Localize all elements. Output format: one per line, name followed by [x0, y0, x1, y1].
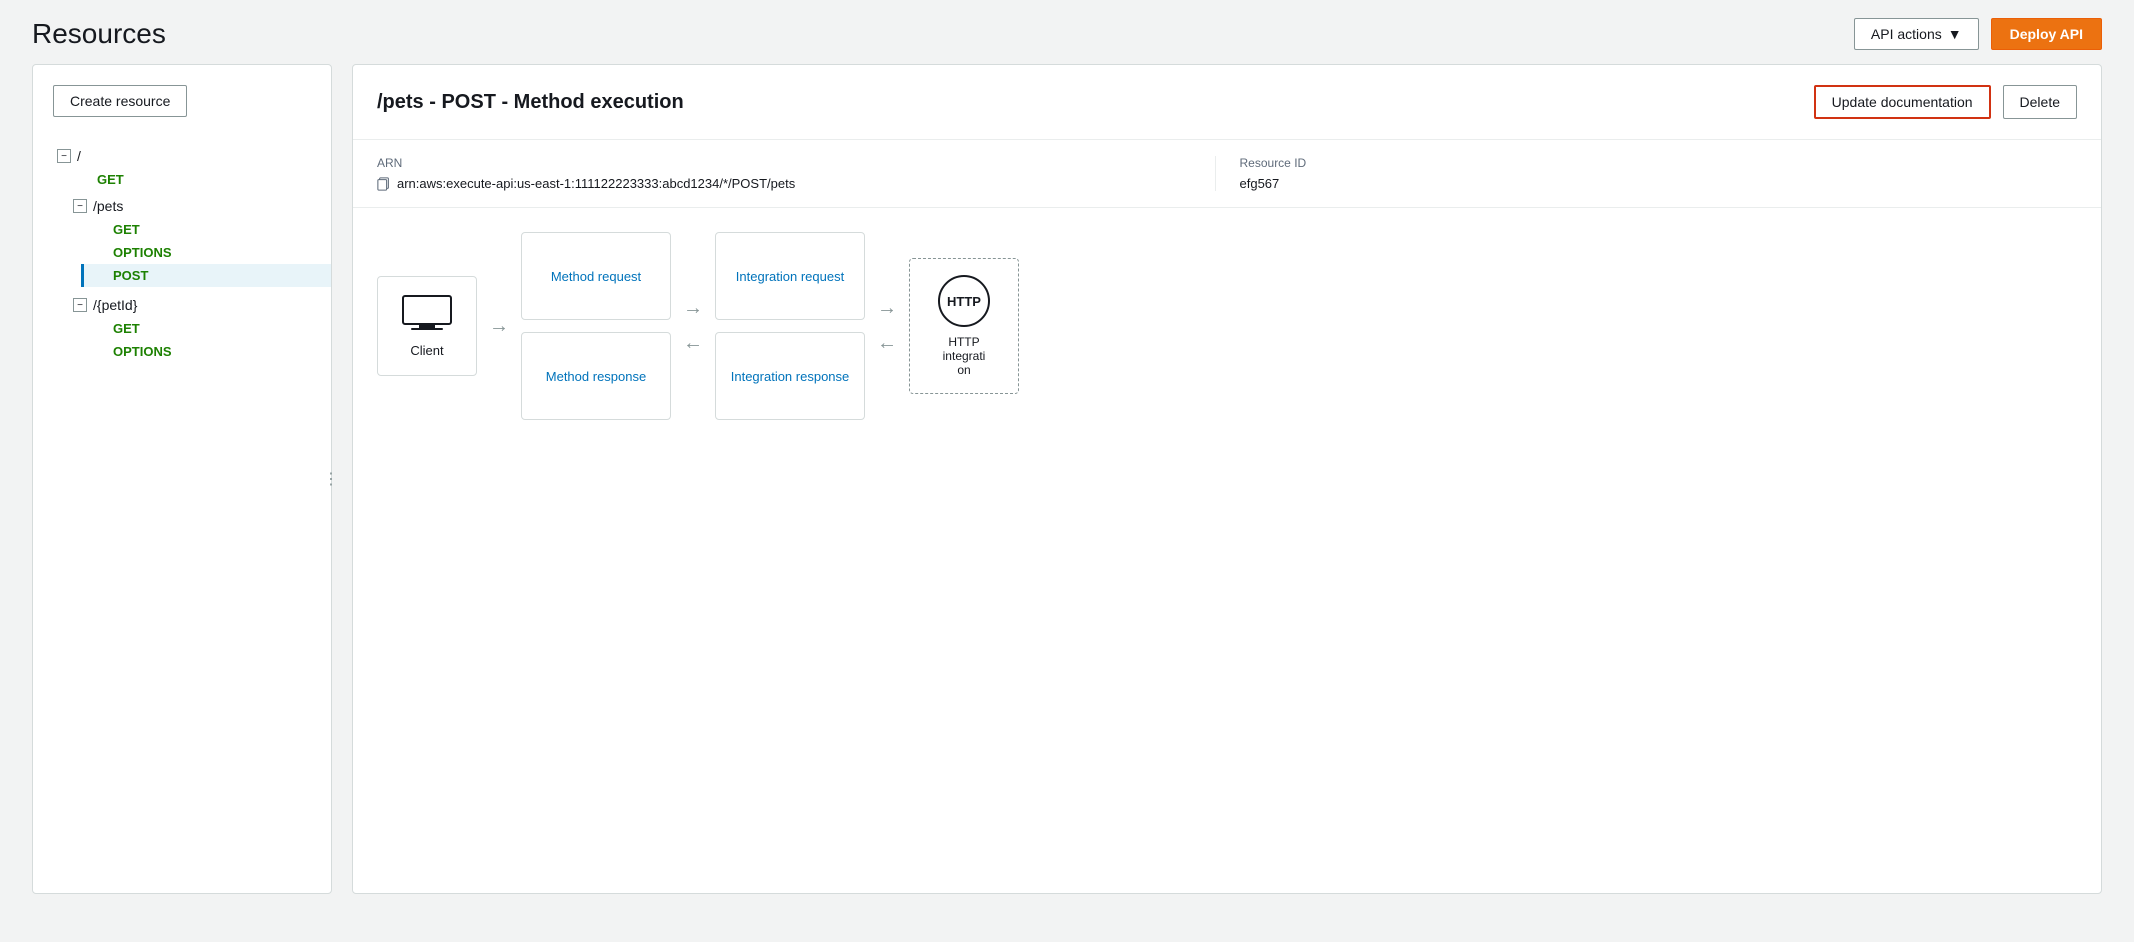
arn-value-row: arn:aws:execute-api:us-east-1:1111222233…	[377, 176, 1215, 191]
tree-label-pets[interactable]: − /pets	[65, 194, 331, 218]
resource-id-label: Resource ID	[1240, 156, 2078, 170]
tree-method-petid-get[interactable]: GET	[81, 317, 331, 340]
update-documentation-button[interactable]: Update documentation	[1814, 85, 1991, 119]
tree-method-pets-get[interactable]: GET	[81, 218, 331, 241]
main-content: Create resource − / GET − /pets	[0, 64, 2134, 926]
delete-button[interactable]: Delete	[2003, 85, 2077, 119]
resource-id-col: Resource ID efg567	[1215, 156, 2078, 191]
method-header: /pets - POST - Method execution Update d…	[353, 65, 2101, 140]
petid-children: GET OPTIONS	[65, 317, 331, 363]
arn-label: ARN	[377, 156, 1215, 170]
integration-response-box[interactable]: Integration response	[715, 332, 865, 420]
resize-handle[interactable]: ⋮	[327, 459, 335, 499]
arrow-int-req-to-http: →	[865, 297, 909, 320]
arrows-col-1: → ←	[671, 297, 715, 355]
page-header: Resources API actions ▼ Deploy API	[0, 0, 2134, 64]
tree-method-root-get[interactable]: GET	[65, 168, 331, 191]
tree-item-petid: − /{petId} GET OPTIONS	[65, 290, 331, 366]
pets-children: GET OPTIONS POST	[65, 218, 331, 287]
method-title: /pets - POST - Method execution	[377, 91, 684, 114]
arn-col: ARN arn:aws:execute-api:us-east-1:111122…	[377, 156, 1215, 191]
tree-path-petid: /{petId}	[93, 297, 137, 313]
arrow-http-to-int-resp: ←	[865, 332, 909, 355]
integration-request-label: Integration request	[736, 269, 844, 284]
right-panel: /pets - POST - Method execution Update d…	[352, 64, 2102, 894]
tree-label-petid[interactable]: − /{petId}	[65, 293, 331, 317]
method-flow-column: Method request Method response	[521, 232, 671, 420]
client-label: Client	[410, 343, 443, 358]
copy-icon[interactable]	[377, 177, 391, 191]
arrows-col-2: → ←	[865, 297, 909, 355]
tree-path-root: /	[77, 148, 81, 164]
arrow-method-resp-from-int-resp: ←	[671, 332, 715, 355]
method-request-box[interactable]: Method request	[521, 232, 671, 320]
tree-method-pets-options[interactable]: OPTIONS	[81, 241, 331, 264]
left-panel: Create resource − / GET − /pets	[32, 64, 332, 894]
tree-label-root[interactable]: − /	[49, 144, 331, 168]
arn-value: arn:aws:execute-api:us-east-1:1111222233…	[397, 176, 795, 191]
method-actions: Update documentation Delete	[1814, 85, 2077, 119]
client-icon	[401, 294, 453, 335]
http-label: HTTP	[947, 294, 981, 309]
http-circle: HTTP	[938, 275, 990, 327]
deploy-api-button[interactable]: Deploy API	[1991, 18, 2102, 50]
create-resource-button[interactable]: Create resource	[53, 85, 187, 117]
method-response-box[interactable]: Method response	[521, 332, 671, 420]
integration-request-box[interactable]: Integration request	[715, 232, 865, 320]
resource-id-value: efg567	[1240, 176, 2078, 191]
method-request-label: Method request	[551, 269, 641, 284]
tree-method-pets-post[interactable]: POST	[81, 264, 331, 287]
integration-flow-column: Integration request Integration response	[715, 232, 865, 420]
flow-diagram: Client → Method request Method response …	[353, 208, 2101, 444]
arrow-client-to-method-request: →	[477, 315, 521, 338]
header-actions: API actions ▼ Deploy API	[1854, 18, 2102, 50]
tree-item-pets: − /pets GET OPTIONS POST	[65, 191, 331, 290]
arrow-method-req-to-int-req: →	[671, 297, 715, 320]
meta-row: ARN arn:aws:execute-api:us-east-1:111122…	[353, 140, 2101, 208]
page-title: Resources	[32, 18, 166, 50]
expand-icon-pets: −	[73, 199, 87, 213]
resource-id-text: efg567	[1240, 176, 1280, 191]
api-actions-button[interactable]: API actions ▼	[1854, 18, 1979, 50]
tree-method-petid-options[interactable]: OPTIONS	[81, 340, 331, 363]
expand-icon-petid: −	[73, 298, 87, 312]
tree-path-pets: /pets	[93, 198, 123, 214]
method-response-label: Method response	[546, 369, 646, 384]
tree-item-root: − / GET − /pets GET OPTIONS POS	[49, 141, 331, 369]
client-box: Client	[377, 276, 477, 376]
api-actions-label: API actions	[1871, 26, 1942, 42]
http-integration-label: HTTPintegration	[943, 335, 986, 377]
expand-icon-root: −	[57, 149, 71, 163]
root-children: GET − /pets GET OPTIONS POST	[49, 168, 331, 366]
chevron-down-icon: ▼	[1948, 26, 1962, 42]
http-integration-box[interactable]: HTTP HTTPintegration	[909, 258, 1019, 394]
integration-response-label: Integration response	[731, 369, 850, 384]
resource-tree: − / GET − /pets GET OPTIONS POS	[33, 141, 331, 369]
